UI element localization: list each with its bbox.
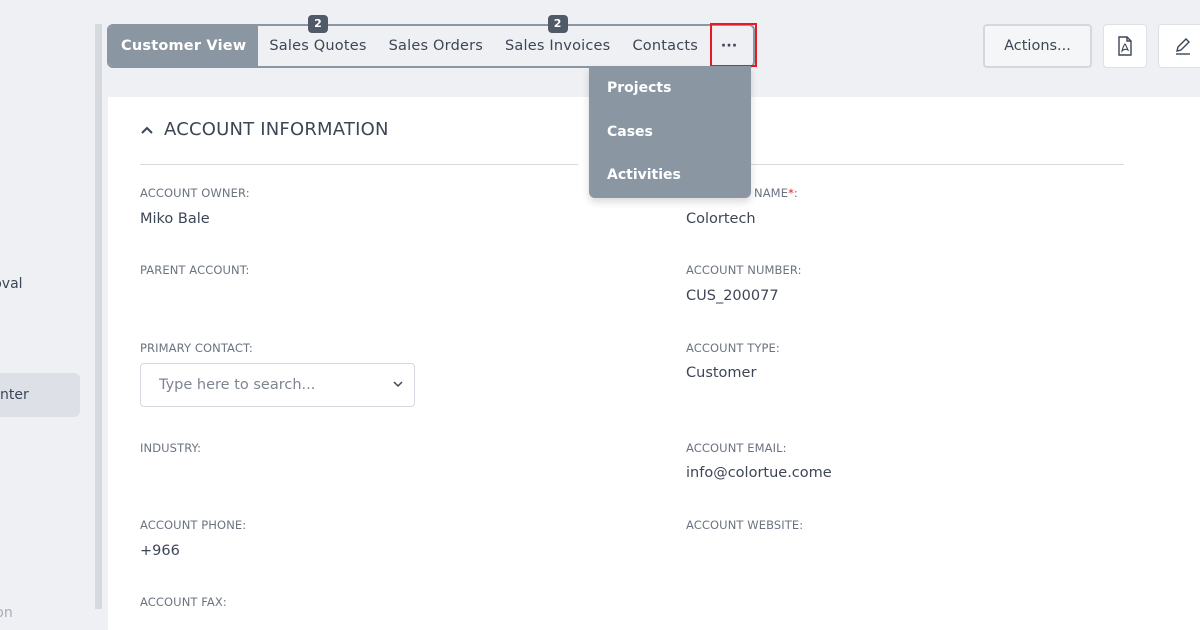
tab-customer-view[interactable]: Customer View [109, 26, 259, 66]
tab-label: Customer View [121, 38, 247, 54]
account-name-colon: : [793, 186, 798, 200]
tab-sales-orders[interactable]: Sales Orders [378, 26, 494, 66]
account-email-value: info@colortue.come [686, 465, 832, 481]
tab-bar: Customer View 2 Sales Quotes Sales Order… [107, 15, 755, 68]
divider-right [686, 164, 1124, 165]
industry-label: INDUSTRY: [140, 441, 202, 455]
more-tabs-dropdown: Projects Cases Activities [589, 66, 751, 198]
account-name-label-text: NAME [754, 186, 789, 200]
chevron-up-icon [141, 126, 153, 134]
tab-label: Sales Invoices [505, 38, 611, 54]
account-name-label: NAME*: [754, 186, 798, 200]
tab-contacts[interactable]: Contacts [621, 26, 709, 66]
account-owner-value: Miko Bale [140, 211, 210, 227]
sidebar-scrollbar[interactable] [95, 24, 102, 609]
account-email-label: ACCOUNT EMAIL: [686, 441, 787, 455]
tab-sales-quotes[interactable]: 2 Sales Quotes [258, 15, 377, 66]
chevron-down-icon [393, 381, 403, 388]
account-number-label: ACCOUNT NUMBER: [686, 263, 802, 277]
account-type-value: Customer [686, 365, 757, 381]
account-owner-label: ACCOUNT OWNER: [140, 186, 250, 200]
export-pdf-button[interactable] [1103, 24, 1147, 68]
count-badge: 2 [308, 15, 329, 33]
parent-account-label: PARENT ACCOUNT: [140, 263, 250, 277]
tab-label: Sales Orders [388, 38, 484, 54]
dropdown-item-cases[interactable]: Cases [607, 124, 653, 140]
actions-button[interactable]: Actions... [983, 24, 1092, 68]
dropdown-item-projects[interactable]: Projects [607, 80, 671, 96]
account-type-label: ACCOUNT TYPE: [686, 341, 780, 355]
tab-label: Contacts [632, 38, 699, 54]
sidebar-item-approval[interactable]: pproval [0, 276, 23, 292]
account-website-label: ACCOUNT WEBSITE: [686, 518, 804, 532]
pencil-icon [1176, 38, 1190, 55]
tab-label: Sales Quotes [269, 38, 367, 54]
sidebar-item-organization[interactable]: zation [0, 605, 13, 621]
account-phone-label: ACCOUNT PHONE: [140, 518, 247, 532]
edit-button[interactable] [1158, 24, 1200, 68]
dropdown-item-activities[interactable]: Activities [607, 167, 681, 183]
sidebar: pproval nter zation [0, 0, 96, 630]
pdf-icon [1118, 36, 1132, 56]
sidebar-item-center[interactable]: nter [0, 373, 80, 417]
primary-contact-select[interactable] [140, 363, 415, 407]
primary-contact-search-input[interactable] [141, 364, 371, 406]
divider-left [140, 164, 578, 165]
account-name-value: Colortech [686, 211, 756, 227]
count-badge: 2 [547, 15, 568, 33]
section-title: ACCOUNT INFORMATION [164, 119, 389, 140]
tab-sales-invoices[interactable]: 2 Sales Invoices [494, 15, 621, 66]
primary-contact-label: PRIMARY CONTACT: [140, 341, 253, 355]
account-phone-value: +966 [140, 543, 180, 559]
more-button-highlight [710, 23, 757, 67]
account-number-value: CUS_200077 [686, 288, 779, 304]
account-fax-label: ACCOUNT FAX: [140, 595, 227, 609]
section-header[interactable]: ACCOUNT INFORMATION [140, 119, 389, 140]
